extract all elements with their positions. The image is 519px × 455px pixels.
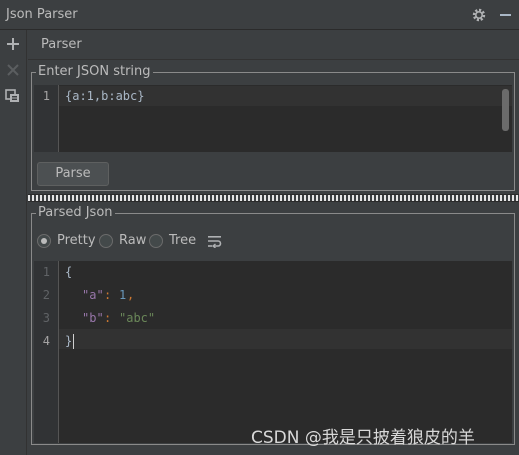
code-number: 1 bbox=[119, 288, 127, 302]
parse-button[interactable]: Parse bbox=[37, 162, 109, 186]
output-group-legend: Parsed Json bbox=[36, 205, 115, 221]
line-gutter: 1 bbox=[34, 85, 59, 152]
line-gutter: 1 2 3 4 bbox=[34, 261, 59, 443]
tab-bar: Parser bbox=[28, 30, 519, 60]
code-brace-open: { bbox=[65, 265, 73, 279]
json-input-editor[interactable]: 1 {a:1,b:abc} bbox=[34, 85, 512, 152]
radio-raw-label: Raw bbox=[119, 233, 147, 248]
radio-pretty-dot[interactable] bbox=[37, 233, 51, 248]
radio-raw-dot[interactable] bbox=[99, 233, 113, 248]
tab-parser[interactable]: Parser bbox=[41, 37, 82, 52]
soft-wrap-icon[interactable] bbox=[207, 234, 222, 248]
radio-tree-dot[interactable] bbox=[149, 233, 163, 248]
splitter-handle[interactable] bbox=[28, 194, 519, 202]
radio-raw[interactable]: Raw bbox=[99, 233, 146, 248]
copy-icon[interactable] bbox=[5, 88, 21, 104]
code-comma: , bbox=[127, 288, 135, 302]
radio-tree[interactable]: Tree bbox=[149, 233, 196, 248]
plus-icon[interactable] bbox=[5, 36, 21, 52]
code-string: "abc" bbox=[119, 311, 156, 325]
json-input-text[interactable]: {a:1,b:abc} bbox=[65, 89, 144, 103]
close-icon bbox=[7, 64, 19, 76]
gear-icon[interactable] bbox=[471, 7, 487, 23]
watermark-text: CSDN @我是只披着狼皮的羊 bbox=[251, 428, 475, 448]
line-number: 3 bbox=[42, 311, 50, 325]
tool-strip bbox=[0, 30, 27, 455]
tool-window-header: Json Parser bbox=[0, 0, 519, 30]
code-colon: : bbox=[104, 288, 119, 302]
vertical-scrollbar[interactable] bbox=[502, 89, 509, 131]
line-number: 4 bbox=[42, 334, 50, 348]
current-line-highlight bbox=[34, 329, 512, 349]
line-number: 1 bbox=[42, 265, 50, 279]
code-key: "b" bbox=[82, 311, 104, 325]
code-key: "a" bbox=[82, 288, 104, 302]
line-number: 1 bbox=[42, 89, 50, 103]
output-group: Parsed Json Pretty Raw Tree 1 2 3 4 {"a… bbox=[31, 205, 515, 445]
radio-pretty-label: Pretty bbox=[57, 233, 96, 248]
json-output-editor[interactable]: 1 2 3 4 { "a" : 1 , "b" : "abc" } bbox=[34, 261, 512, 443]
line-number: 2 bbox=[42, 288, 50, 302]
text-caret bbox=[73, 334, 74, 349]
radio-tree-label: Tree bbox=[169, 233, 197, 248]
code-colon: : bbox=[104, 311, 119, 325]
input-group-legend: Enter JSON string bbox=[36, 64, 153, 80]
minimize-icon[interactable] bbox=[500, 14, 511, 16]
window-title: Json Parser bbox=[6, 7, 78, 22]
code-brace-close: } bbox=[65, 334, 73, 348]
input-group: Enter JSON string 1 {a:1,b:abc} Parse bbox=[31, 64, 515, 191]
radio-pretty[interactable]: Pretty bbox=[37, 233, 96, 248]
